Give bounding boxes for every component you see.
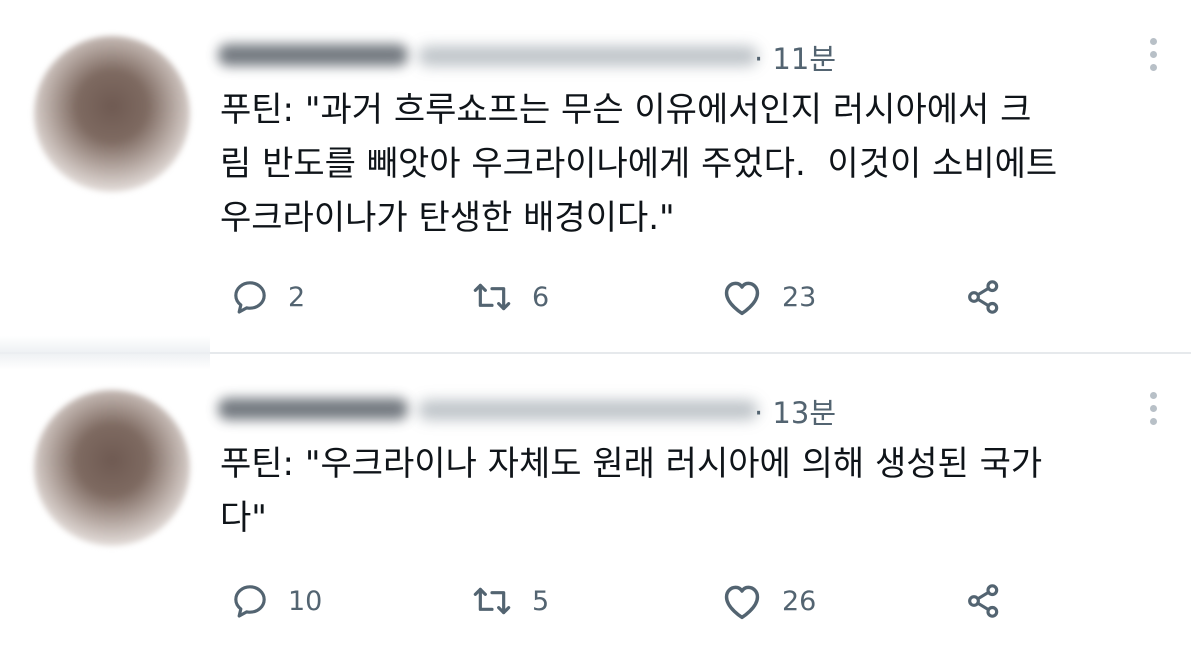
tweet-text: 푸틴: "과거 흐루쇼프는 무슨 이유에서인지 러시아에서 크 림 반도를 빼앗… xyxy=(220,90,1058,238)
reply-count: 2 xyxy=(288,281,306,313)
blurred-display-name xyxy=(218,398,408,420)
like-button[interactable]: 23 xyxy=(720,272,816,322)
tweet-actions: 2 6 23 xyxy=(220,272,1180,322)
tweet[interactable]: · 13분 푸틴: "우크라이나 자체도 원래 러시아에 의해 생성된 국가 다… xyxy=(0,354,1191,661)
blurred-author-name[interactable] xyxy=(218,392,758,428)
heart-icon xyxy=(724,585,760,620)
reply-icon xyxy=(234,281,266,314)
reply-button[interactable]: 10 xyxy=(230,576,322,626)
blurred-display-name xyxy=(218,44,408,66)
retweet-count: 6 xyxy=(532,281,550,313)
tweet-text: 푸틴: "우크라이나 자체도 원래 러시아에 의해 생성된 국가 다" xyxy=(220,444,1043,538)
retweet-count: 5 xyxy=(532,585,550,617)
like-count: 26 xyxy=(782,585,817,617)
reply-count: 10 xyxy=(288,585,323,617)
avatar[interactable] xyxy=(34,390,190,546)
timestamp[interactable]: · 13분 xyxy=(754,390,836,432)
reply-icon xyxy=(234,585,266,618)
timestamp[interactable]: · 11분 xyxy=(754,36,836,78)
avatar[interactable] xyxy=(34,36,190,192)
share-button[interactable] xyxy=(964,576,1004,626)
tweet-actions: 10 5 26 xyxy=(220,576,1180,626)
retweet-icon xyxy=(473,587,511,615)
blurred-author-name[interactable] xyxy=(218,38,758,74)
share-button[interactable] xyxy=(964,272,1004,322)
like-count: 23 xyxy=(782,281,817,313)
more-options-icon[interactable] xyxy=(1144,392,1162,431)
tweet[interactable]: · 11분 푸틴: "과거 흐루쇼프는 무슨 이유에서인지 러시아에서 크 림 … xyxy=(0,0,1191,352)
share-icon xyxy=(968,280,999,314)
blurred-username xyxy=(418,46,758,66)
share-icon xyxy=(968,584,999,618)
retweet-icon xyxy=(473,283,511,311)
like-button[interactable]: 26 xyxy=(720,576,816,626)
heart-icon xyxy=(724,281,760,316)
reply-button[interactable]: 2 xyxy=(230,272,305,322)
more-options-icon[interactable] xyxy=(1144,38,1162,77)
retweet-button[interactable]: 6 xyxy=(470,272,549,322)
retweet-button[interactable]: 5 xyxy=(470,576,549,626)
blurred-username xyxy=(418,400,758,420)
